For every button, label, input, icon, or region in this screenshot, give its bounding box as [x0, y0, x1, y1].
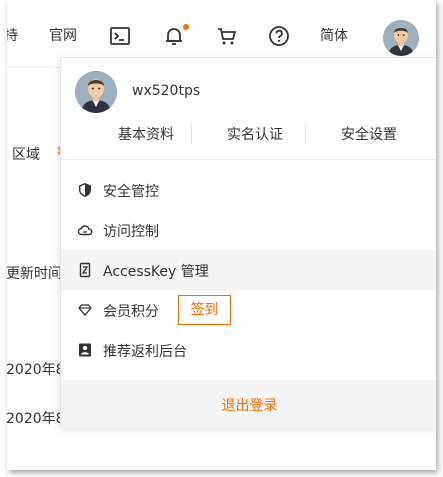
terminal-icon[interactable] — [108, 24, 132, 48]
cart-icon[interactable] — [215, 24, 239, 48]
shield-icon — [79, 183, 91, 197]
menu-item-member-points[interactable]: 会员积分 签到 — [61, 290, 436, 330]
nav-official-site-link[interactable]: 官网 — [49, 27, 77, 45]
nav-item-partial[interactable]: 持 — [7, 27, 18, 45]
menu-item-label: 安全管控 — [103, 184, 159, 200]
divider — [61, 159, 436, 160]
row-date-1: 2020年8 — [7, 362, 65, 378]
link-security-settings[interactable]: 安全设置 — [309, 124, 429, 144]
user-avatar-button[interactable] — [383, 20, 419, 56]
diamond-icon — [78, 304, 92, 316]
help-icon[interactable] — [267, 24, 291, 48]
logout-bar: 退出登录 — [61, 380, 436, 428]
divider — [191, 124, 192, 144]
menu-item-accesskey[interactable]: AccessKey 管理 — [61, 250, 436, 290]
language-switch[interactable]: 简体 — [320, 27, 348, 45]
username: wx520tps — [132, 83, 201, 99]
console-window: 持 官网 简体 区域 更新时间 2020年8 2020年8 wx520tps 基… — [7, 0, 436, 470]
checkin-button[interactable]: 签到 — [178, 295, 231, 325]
row-date-2: 2020年8 — [7, 411, 65, 427]
user-dropdown-menu: wx520tps 基本资料 实名认证 安全设置 安全管控 访问控制 Access… — [60, 57, 436, 428]
menu-item-label: AccessKey 管理 — [103, 264, 209, 280]
avatar-icon — [383, 20, 419, 56]
notification-dot — [183, 24, 189, 30]
dropdown-avatar — [75, 71, 117, 113]
menu-item-label: 会员积分 — [103, 304, 159, 320]
cloud-icon — [77, 225, 93, 236]
quick-links: 基本资料 实名认证 安全设置 — [61, 120, 436, 146]
avatar-icon — [75, 71, 117, 113]
link-real-name-auth[interactable]: 实名认证 — [195, 124, 315, 144]
menu-item-security-control[interactable]: 安全管控 — [61, 170, 436, 210]
logout-button[interactable]: 退出登录 — [61, 395, 436, 415]
divider — [305, 124, 306, 144]
menu-item-label: 访问控制 — [103, 224, 159, 240]
rebate-icon — [79, 343, 91, 357]
key-icon — [79, 262, 91, 278]
link-basic-profile[interactable]: 基本资料 — [86, 124, 206, 144]
update-time-header: 更新时间 — [7, 266, 62, 282]
menu-item-label: 推荐返利后台 — [103, 344, 187, 360]
menu-item-rebate-backend[interactable]: 推荐返利后台 — [61, 330, 436, 370]
menu-item-access-control[interactable]: 访问控制 — [61, 210, 436, 250]
region-label: 区域 — [12, 147, 40, 163]
